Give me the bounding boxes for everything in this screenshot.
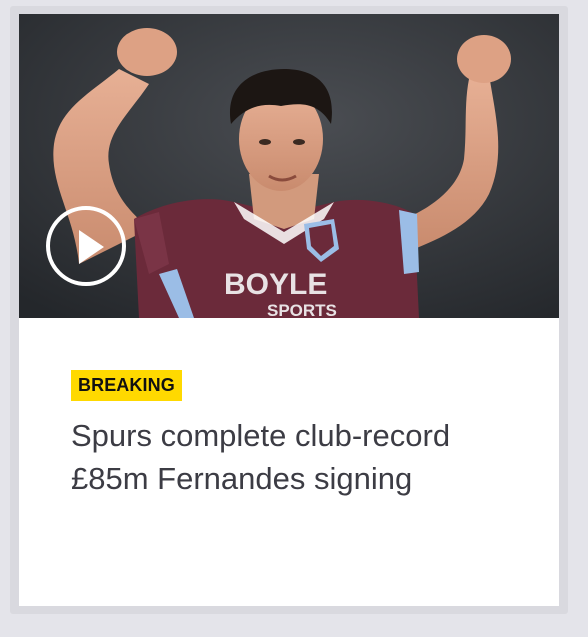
video-thumbnail[interactable]: BOYLE SPORTS	[19, 14, 559, 318]
shirt-sponsor-text: BOYLE	[224, 268, 327, 301]
shirt-sponsor-sub-text: SPORTS	[267, 301, 337, 318]
play-icon	[79, 230, 104, 264]
breaking-badge: BREAKING	[71, 370, 182, 401]
news-card[interactable]: BOYLE SPORTS BREAKING Spurs complete clu…	[19, 14, 559, 606]
play-button[interactable]	[46, 206, 126, 286]
article-headline[interactable]: Spurs complete club-record £85m Fernande…	[71, 414, 511, 500]
card-content: BREAKING Spurs complete club-record £85m…	[71, 370, 511, 500]
